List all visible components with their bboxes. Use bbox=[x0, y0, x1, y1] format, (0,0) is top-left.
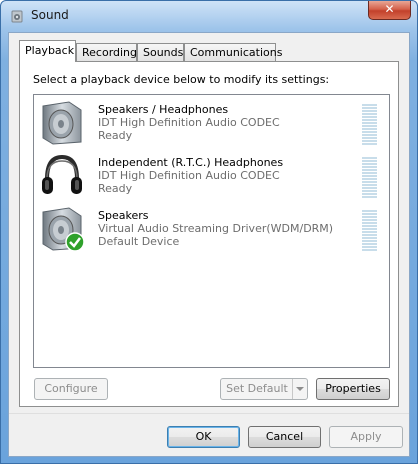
device-driver: IDT High Definition Audio CODEC bbox=[98, 116, 280, 129]
device-driver: Virtual Audio Streaming Driver(WDM/DRM) bbox=[98, 222, 334, 235]
volume-meter bbox=[362, 104, 377, 146]
window-title: Sound bbox=[31, 8, 69, 22]
headphones-icon bbox=[42, 154, 82, 194]
sound-dialog: Sound ✕ Playback Recording Sounds Commun… bbox=[0, 0, 418, 464]
speaker-icon bbox=[42, 101, 82, 145]
properties-button[interactable]: Properties bbox=[316, 378, 390, 400]
footer-divider bbox=[9, 413, 409, 414]
tab-sounds[interactable]: Sounds bbox=[137, 43, 184, 61]
close-button[interactable]: ✕ bbox=[368, 1, 411, 20]
title-bar[interactable]: Sound ✕ bbox=[1, 1, 417, 33]
configure-button[interactable]: Configure bbox=[34, 378, 108, 400]
ok-button[interactable]: OK bbox=[167, 426, 240, 448]
volume-meter bbox=[362, 210, 377, 252]
tab-recording[interactable]: Recording bbox=[76, 43, 137, 61]
device-name: Speakers bbox=[98, 209, 149, 222]
volume-meter bbox=[362, 157, 377, 199]
set-default-dropdown-arrow[interactable] bbox=[292, 379, 307, 399]
device-item-speakers-headphones[interactable]: Speakers / Headphones IDT High Definitio… bbox=[34, 97, 389, 149]
instructions-label: Select a playback device below to modify… bbox=[33, 73, 330, 86]
cancel-button[interactable]: Cancel bbox=[248, 426, 321, 448]
tab-playback[interactable]: Playback bbox=[19, 40, 76, 62]
dialog-client-area: Playback Recording Sounds Communications… bbox=[8, 32, 410, 457]
sound-app-icon bbox=[11, 10, 23, 23]
playback-panel: Select a playback device below to modify… bbox=[19, 61, 399, 407]
set-default-split-button[interactable]: Set Default bbox=[220, 378, 308, 400]
device-name: Independent (R.T.C.) Headphones bbox=[98, 156, 284, 169]
device-list[interactable]: Speakers / Headphones IDT High Definitio… bbox=[33, 94, 390, 368]
close-icon: ✕ bbox=[384, 2, 395, 16]
speaker-default-icon bbox=[42, 207, 85, 252]
device-name: Speakers / Headphones bbox=[98, 103, 229, 116]
device-status: Ready bbox=[98, 129, 133, 142]
tab-communications[interactable]: Communications bbox=[184, 43, 282, 61]
device-driver: IDT High Definition Audio CODEC bbox=[98, 169, 280, 182]
device-item-speakers-default[interactable]: Speakers Virtual Audio Streaming Driver(… bbox=[34, 203, 389, 255]
device-status: Default Device bbox=[98, 235, 180, 248]
default-check-icon bbox=[65, 232, 85, 252]
device-status: Ready bbox=[98, 182, 133, 195]
apply-button[interactable]: Apply bbox=[329, 426, 403, 448]
device-item-independent-headphones[interactable]: Independent (R.T.C.) Headphones IDT High… bbox=[34, 150, 389, 202]
set-default-label: Set Default bbox=[226, 382, 288, 395]
chevron-down-icon bbox=[296, 387, 304, 391]
